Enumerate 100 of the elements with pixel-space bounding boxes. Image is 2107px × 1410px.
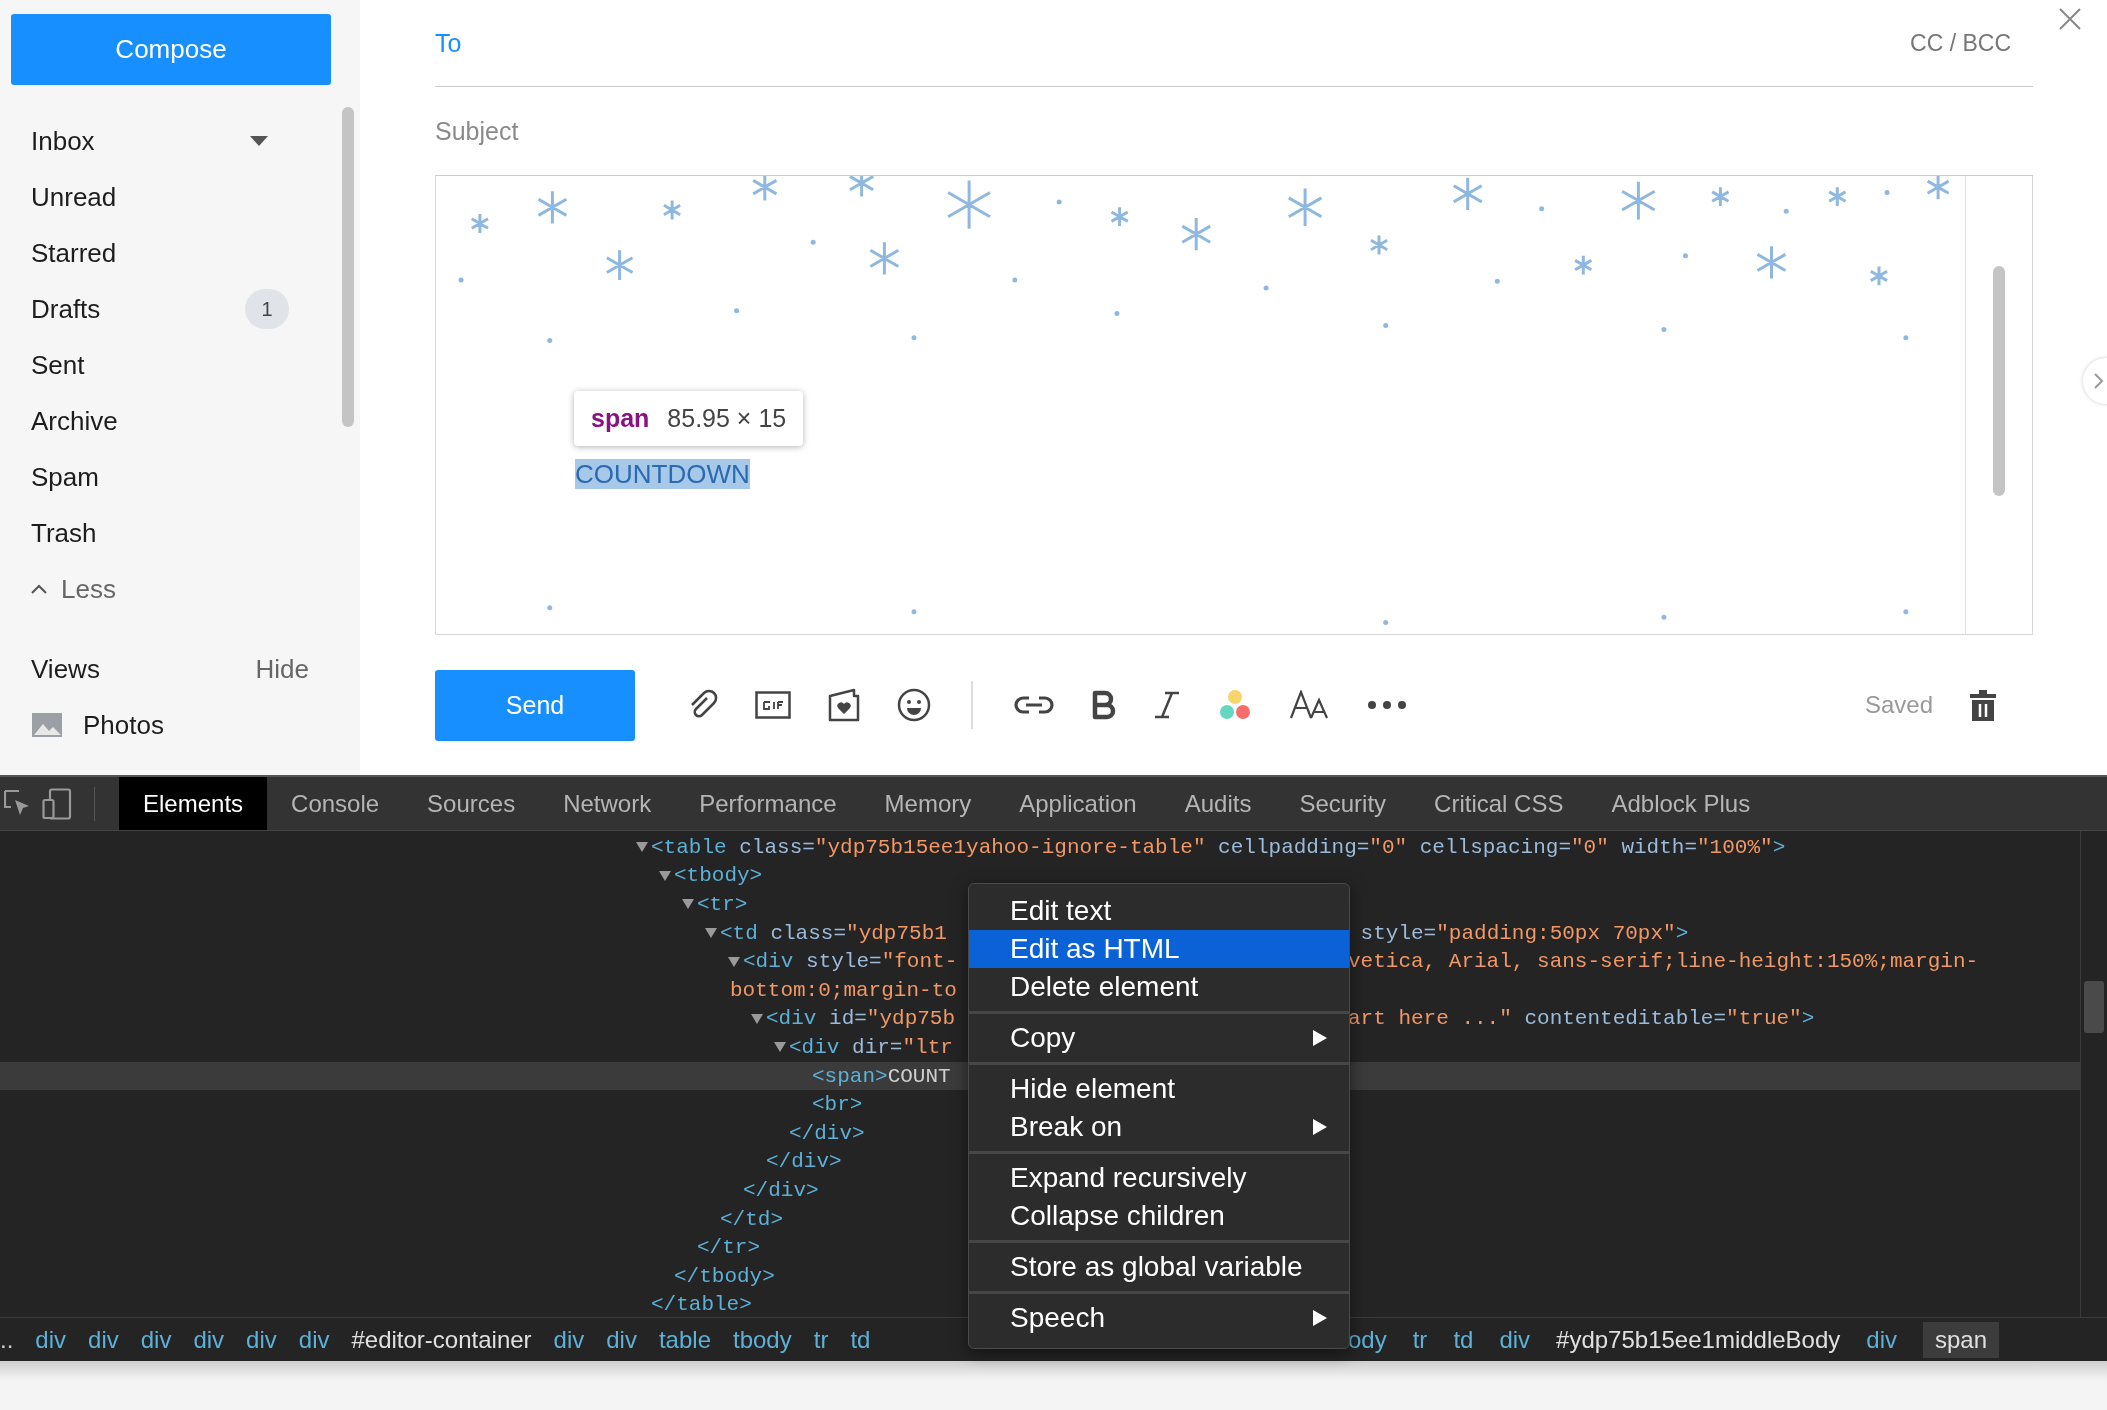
- scrollbar-thumb[interactable]: [342, 107, 354, 427]
- submenu-arrow-icon: [1313, 1310, 1327, 1326]
- italic-icon[interactable]: [1152, 690, 1181, 720]
- menu-item[interactable]: Hide element: [969, 1070, 1349, 1108]
- menu-item[interactable]: Speech: [969, 1299, 1349, 1337]
- folder-item[interactable]: Starred: [31, 237, 117, 269]
- breadcrumb[interactable]: span: [1923, 1321, 2000, 1358]
- menu-item[interactable]: Copy: [969, 1019, 1349, 1057]
- devtools-tab[interactable]: Console: [267, 777, 404, 830]
- send-button[interactable]: Send: [435, 669, 635, 741]
- saved-status: Saved: [1864, 691, 1933, 719]
- menu-item[interactable]: Delete element: [969, 968, 1349, 1006]
- to-label[interactable]: To: [435, 28, 462, 58]
- menu-item[interactable]: Collapse children: [969, 1197, 1349, 1235]
- link-icon[interactable]: [1012, 693, 1055, 717]
- chevron-up-icon[interactable]: [31, 584, 47, 594]
- folder-item[interactable]: Photos: [83, 709, 164, 741]
- disclosure-triangle-icon[interactable]: [682, 899, 694, 910]
- breadcrumb[interactable]: ody: [1348, 1321, 1387, 1358]
- devtools-tab[interactable]: Sources: [403, 777, 540, 830]
- menu-item[interactable]: Edit text: [969, 892, 1349, 930]
- disclosure-triangle-icon[interactable]: [751, 1013, 763, 1024]
- code-text: bottom:0;margin-to: [730, 978, 957, 1002]
- tooltip-tag: span: [591, 404, 650, 433]
- font-size-icon[interactable]: [1288, 690, 1331, 720]
- devtools-tab[interactable]: Application: [995, 777, 1161, 830]
- code-text: </table>: [651, 1293, 752, 1317]
- code-text: <tbody>: [674, 864, 763, 888]
- disclosure-triangle-icon[interactable]: [728, 956, 740, 967]
- code-text: </tr>: [697, 1236, 760, 1260]
- menu-item[interactable]: Expand recursively: [969, 1159, 1349, 1197]
- breadcrumb[interactable]: div: [88, 1321, 119, 1358]
- code-text: vetica, Arial, sans-serif;line-height:150%;margin-: [1348, 950, 1979, 974]
- folder-item[interactable]: Inbox: [31, 125, 95, 157]
- code-text: <div id="ydp75b: [766, 1007, 956, 1031]
- code-text: </tbody>: [674, 1264, 775, 1288]
- breadcrumb[interactable]: div: [553, 1321, 585, 1358]
- breadcrumb[interactable]: div: [298, 1321, 330, 1358]
- folder-item[interactable]: Spam: [31, 461, 99, 493]
- more-icon[interactable]: [1366, 700, 1407, 710]
- folder-item[interactable]: Drafts: [31, 293, 101, 325]
- code-text: style="padding:50px 70px">: [1359, 921, 1689, 945]
- code-text: art here ..." contenteditable="true">: [1348, 1007, 1815, 1031]
- disclosure-triangle-icon[interactable]: [636, 842, 648, 853]
- devtools-tab[interactable]: Critical CSS: [1410, 777, 1588, 830]
- devtools-tab[interactable]: Performance: [675, 777, 861, 830]
- bold-icon[interactable]: [1090, 690, 1117, 720]
- breadcrumb[interactable]: div: [606, 1321, 637, 1358]
- close-icon[interactable]: [2059, 8, 2081, 30]
- scrollbar-thumb[interactable]: [1993, 266, 2005, 496]
- folder-item[interactable]: Archive: [31, 405, 118, 437]
- breadcrumb[interactable]: div: [140, 1321, 172, 1358]
- breadcrumb[interactable]: tr: [1412, 1321, 1428, 1358]
- breadcrumb[interactable]: div: [246, 1321, 277, 1358]
- menu-item[interactable]: Break on: [969, 1108, 1349, 1146]
- breadcrumb[interactable]: td: [1453, 1321, 1474, 1358]
- breadcrumb[interactable]: #editor-container: [351, 1321, 532, 1358]
- card-heart-icon[interactable]: [827, 688, 861, 722]
- breadcrumb[interactable]: ..: [0, 1321, 14, 1358]
- folder-item[interactable]: Sent: [31, 349, 85, 381]
- breadcrumb[interactable]: td: [850, 1321, 871, 1358]
- devtools-tab[interactable]: Memory: [860, 777, 996, 830]
- disclosure-triangle-icon[interactable]: [659, 870, 671, 881]
- devtools-tab[interactable]: Audits: [1160, 777, 1276, 830]
- code-text: </div>: [743, 1178, 819, 1202]
- cc-bcc-link[interactable]: CC / BCC: [1910, 29, 2011, 57]
- breadcrumb[interactable]: tr: [813, 1321, 829, 1358]
- devtools-tab[interactable]: Network: [539, 777, 676, 830]
- code-text: </div>: [789, 1121, 865, 1145]
- gif-icon[interactable]: [755, 691, 791, 719]
- breadcrumb[interactable]: div: [193, 1321, 225, 1358]
- highlighted-text: COUNTDOWN: [575, 459, 750, 489]
- devtools-tab[interactable]: Adblock Plus: [1587, 777, 1775, 830]
- caret-icon[interactable]: [250, 136, 268, 146]
- breadcrumb[interactable]: div: [1499, 1321, 1531, 1358]
- menu-item[interactable]: Store as global variable: [969, 1248, 1349, 1286]
- breadcrumb[interactable]: #ydp75b15ee1middleBody: [1556, 1321, 1841, 1358]
- disclosure-triangle-icon[interactable]: [705, 928, 717, 939]
- code-text: <span>COUNT: [812, 1064, 951, 1088]
- breadcrumb[interactable]: div: [35, 1321, 67, 1358]
- breadcrumb[interactable]: table: [658, 1321, 711, 1358]
- device-icon[interactable]: [42, 787, 72, 820]
- code-text: <br>: [812, 1093, 863, 1117]
- code-text: <td class="ydp75b1: [720, 921, 947, 945]
- menu-item[interactable]: Edit as HTML: [969, 930, 1349, 968]
- hide-link[interactable]: Hide: [255, 653, 309, 685]
- devtools-tab[interactable]: Elements: [119, 777, 268, 830]
- scrollbar-thumb[interactable]: [2084, 981, 2104, 1033]
- folder-item[interactable]: Unread: [31, 181, 117, 213]
- trash-icon[interactable]: [1969, 688, 1997, 722]
- devtools-tab[interactable]: Security: [1275, 777, 1411, 830]
- breadcrumb[interactable]: div: [1866, 1321, 1897, 1358]
- count-badge: 1: [245, 289, 289, 329]
- compose-button[interactable]: Compose: [11, 14, 331, 85]
- less-link[interactable]: Less: [61, 573, 116, 605]
- chevron-right-icon: [2093, 372, 2105, 390]
- disclosure-triangle-icon[interactable]: [774, 1042, 786, 1053]
- breadcrumb[interactable]: tbody: [733, 1321, 792, 1358]
- folder-item[interactable]: Trash: [31, 517, 97, 549]
- smiley-icon[interactable]: [897, 688, 931, 722]
